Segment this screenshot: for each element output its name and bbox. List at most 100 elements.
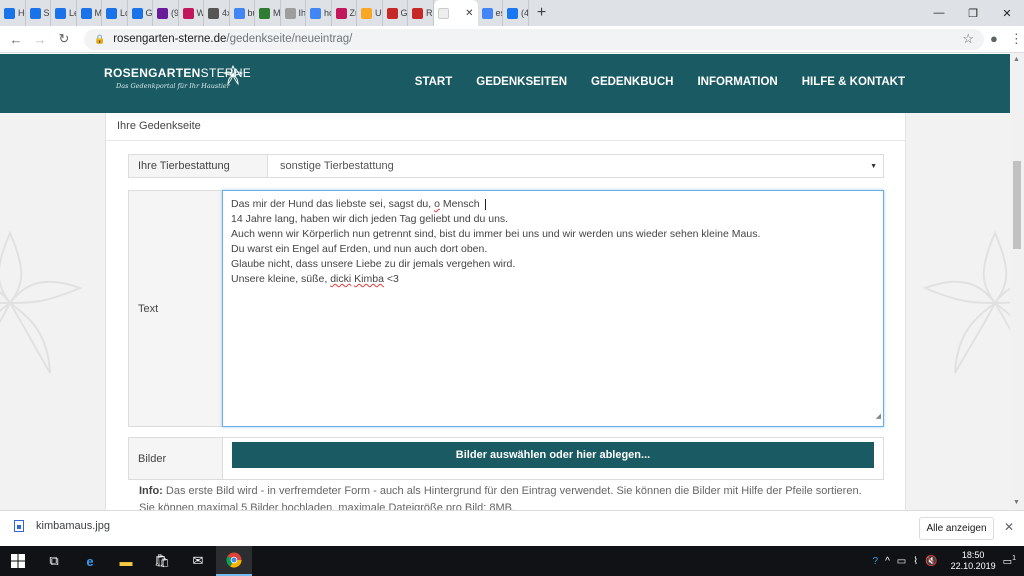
profile-icon[interactable]: ● — [990, 31, 998, 47]
file-explorer-icon[interactable]: ▬ — [108, 546, 144, 576]
chrome-taskbar-icon[interactable] — [216, 546, 252, 576]
browser-tab[interactable]: RC — [408, 0, 434, 26]
browser-tab[interactable]: ess — [478, 0, 503, 26]
browser-tab[interactable]: (9€ — [153, 0, 179, 26]
new-tab-button[interactable]: + — [529, 0, 555, 26]
browser-tab[interactable]: Le — [51, 0, 77, 26]
browser-tab[interactable]: (4) — [503, 0, 529, 26]
blank-page-icon — [437, 7, 449, 19]
logo-flower-icon — [222, 64, 244, 86]
tab-favicon-icon — [284, 7, 296, 19]
scroll-up-icon[interactable]: ▲ — [1013, 56, 1020, 63]
browser-tab[interactable]: 4x — [204, 0, 230, 26]
tab-label: Ge — [400, 8, 408, 18]
browser-tabstrip: Ho Se Le Mi Lo Gra (9€ We 4x bu Mc Ihr ho Zu Un Ge RC ✕ es… — [0, 0, 1024, 26]
browser-tab[interactable]: Ge — [383, 0, 408, 26]
notification-count: 1 — [1012, 554, 1016, 562]
browser-tab[interactable]: Ho — [0, 0, 26, 26]
browser-tab[interactable]: Lo — [102, 0, 128, 26]
edge-browser-icon[interactable]: e — [72, 546, 108, 576]
url-path: /gedenkseite/neueintrag/ — [226, 33, 353, 45]
lock-icon: 🔒 — [94, 33, 106, 44]
upload-button[interactable]: Bilder auswählen oder hier ablegen... — [232, 442, 874, 468]
tab-favicon-icon — [106, 7, 117, 19]
close-icon[interactable]: ✕ — [1004, 520, 1014, 534]
main-nav: START GEDENKSEITEN GEDENKBUCH INFORMATION HI… — [415, 76, 905, 88]
tab-label: Mc — [273, 8, 281, 18]
browser-tab-active[interactable]: ✕ — [433, 0, 478, 26]
nav-link-hilfe-kontakt[interactable]: HILFE & KONTAKT — [802, 76, 905, 88]
logo-brand-bold: ROSENGARTEN — [104, 66, 201, 80]
store-icon[interactable]: 🛍 — [144, 546, 180, 576]
tab-label: 4x — [222, 8, 229, 18]
address-bar[interactable]: 🔒 rosengarten-sterne.de/gedenkseite/neue… — [84, 28, 984, 50]
reload-icon[interactable]: ↻ — [52, 31, 76, 47]
tab-favicon-icon — [131, 7, 143, 19]
browser-tab[interactable]: Mi — [77, 0, 102, 26]
burial-label: Ihre Tierbestattung — [128, 154, 268, 178]
windows-taskbar: ⧉ e ▬ 🛍 ✉ ? ^ ▭ ⌇ 🔇 18:50 22.10.2019 ▭1 — [0, 546, 1024, 576]
show-all-downloads-button[interactable]: Alle anzeigen — [919, 517, 994, 540]
browser-tab[interactable]: Zu — [332, 0, 357, 26]
browser-tab[interactable]: Un — [357, 0, 383, 26]
burial-select-value: sonstige Tierbestattung — [280, 160, 394, 172]
decorative-flower-right — [922, 230, 1010, 374]
clock-time: 18:50 — [961, 550, 985, 560]
images-label: Bilder — [128, 437, 223, 480]
clock-date: 22.10.2019 — [950, 561, 996, 571]
memorial-text-area[interactable]: Das mir der Hund das liebste sei, sagst … — [222, 190, 884, 427]
text-line-3: Auch wenn wir Körperlich nun getrennt si… — [231, 228, 761, 240]
clock[interactable]: 18:50 22.10.2019 — [951, 550, 996, 572]
tab-label: (4) — [521, 8, 528, 18]
tab-favicon-icon — [310, 7, 321, 19]
browser-tab[interactable]: Se — [26, 0, 51, 26]
volume-muted-icon[interactable]: 🔇 — [925, 556, 937, 567]
burial-select[interactable]: sonstige Tierbestattung ▼ — [267, 154, 884, 178]
scroll-down-icon[interactable]: ▼ — [1013, 499, 1020, 506]
text-line-4: Du warst ein Engel auf Erden, und nun au… — [231, 243, 488, 255]
close-tab-icon[interactable]: ✕ — [465, 8, 473, 19]
url-host: rosengarten-sterne.de — [113, 33, 227, 45]
restore-icon[interactable]: ❐ — [956, 0, 990, 26]
windows-start-icon[interactable] — [0, 546, 36, 576]
nav-link-start[interactable]: START — [415, 76, 452, 88]
nav-link-information[interactable]: INFORMATION — [697, 76, 777, 88]
browser-tab[interactable]: Gra — [128, 0, 153, 26]
task-view-icon[interactable]: ⧉ — [36, 546, 72, 576]
text-line-6: Unsere kleine, süße, dicki Kimba <3 — [231, 273, 399, 285]
tab-label: bu — [247, 8, 255, 18]
bookmark-star-icon[interactable]: ☆ — [962, 31, 974, 47]
browser-tab[interactable]: ho — [306, 0, 332, 26]
back-icon[interactable]: ← — [4, 32, 28, 47]
help-icon[interactable]: ? — [873, 556, 879, 567]
tab-label: Ihr — [298, 8, 306, 18]
minimize-icon[interactable]: — — [922, 0, 956, 26]
close-window-icon[interactable]: ✕ — [990, 0, 1024, 26]
window-controls: — ❐ ✕ — [922, 0, 1024, 26]
download-shelf: kimbamaus.jpg Alle anzeigen ✕ — [0, 510, 1024, 546]
tab-favicon-icon — [55, 7, 66, 19]
section-divider — [106, 140, 905, 141]
browser-tab[interactable]: We — [179, 0, 204, 26]
browser-tab[interactable]: Mc — [255, 0, 281, 26]
nav-link-gedenkbuch[interactable]: GEDENKBUCH — [591, 76, 673, 88]
page-scrollbar[interactable]: ▲ ▼ — [1010, 53, 1024, 510]
wifi-icon[interactable]: ⌇ — [913, 556, 918, 567]
resize-handle-icon[interactable]: ◢ — [876, 409, 881, 424]
network-icon[interactable]: ▭ — [897, 556, 906, 567]
menu-icon[interactable]: ⋮ — [1010, 31, 1023, 47]
site-logo[interactable]: ROSENGARTENSTERNE Das Gedenkportal für I… — [104, 64, 251, 90]
forward-icon[interactable]: → — [28, 32, 52, 47]
system-tray: ? ^ ▭ ⌇ 🔇 18:50 22.10.2019 ▭1 — [873, 550, 1024, 572]
download-item[interactable]: kimbamaus.jpg — [14, 520, 110, 532]
browser-tab[interactable]: Ihr — [281, 0, 306, 26]
tab-label: Zu — [349, 8, 357, 18]
mail-icon[interactable]: ✉ — [180, 546, 216, 576]
chevron-up-icon[interactable]: ^ — [885, 556, 890, 567]
notification-icon[interactable]: ▭1 — [1003, 555, 1016, 567]
nav-link-gedenkseiten[interactable]: GEDENKSEITEN — [476, 76, 567, 88]
scrollbar-thumb[interactable] — [1013, 161, 1021, 249]
text-label: Text — [128, 190, 223, 427]
browser-tab[interactable]: bu — [230, 0, 255, 26]
tab-label: Un — [375, 8, 382, 18]
